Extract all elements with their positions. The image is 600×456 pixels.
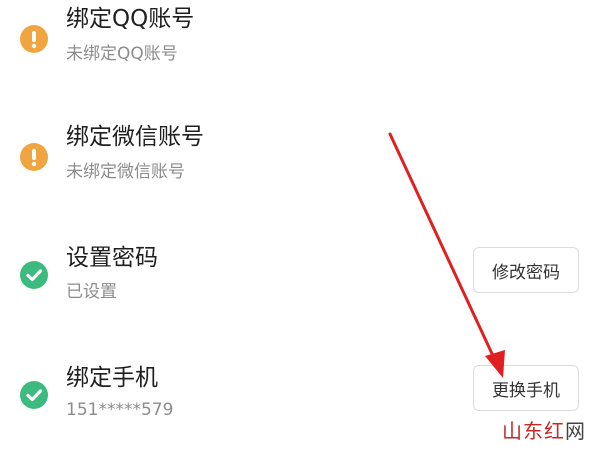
warning-icon [20,143,48,171]
check-icon [20,381,48,409]
account-title: 绑定微信账号 [66,124,204,150]
account-row-password: 设置密码 已设置 修改密码 [0,236,600,336]
account-title: 绑定手机 [66,365,158,391]
account-status: 未绑定QQ账号 [66,44,178,64]
account-title: 绑定QQ账号 [66,6,195,32]
account-status: 已设置 [66,282,117,302]
check-icon [20,261,48,289]
warning-icon [20,25,48,53]
change-password-button[interactable]: 修改密码 [473,247,579,293]
account-row-qq[interactable]: 绑定QQ账号 未绑定QQ账号 [0,0,600,100]
change-phone-button[interactable]: 更换手机 [473,365,579,411]
account-row-wechat[interactable]: 绑定微信账号 未绑定微信账号 [0,118,600,218]
watermark-main: 山东红 [502,419,565,443]
watermark-tail: 网 [565,419,586,443]
account-title: 设置密码 [66,245,158,271]
account-status: 未绑定微信账号 [66,162,185,182]
account-status: 151*****579 [66,400,174,420]
watermark-logo: 山东红网 [502,415,586,444]
